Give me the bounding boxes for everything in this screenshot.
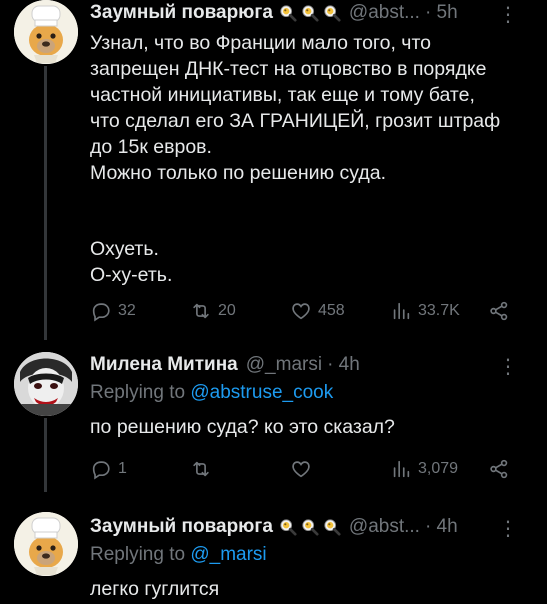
text-line — [90, 186, 533, 236]
more-icon[interactable]: ⋮ — [498, 354, 518, 379]
retweet-icon — [190, 300, 212, 322]
like-icon — [290, 458, 312, 480]
thread-line — [44, 418, 47, 492]
like-icon — [290, 300, 312, 322]
replying-to: Replying to @abstruse_cook — [90, 382, 333, 404]
action-bar: 32 20 458 33.7K — [90, 300, 520, 326]
author-handle[interactable]: @abst... — [349, 2, 420, 24]
like-count: 458 — [318, 302, 345, 319]
tweet-text: легко гуглится — [90, 576, 533, 602]
like-button[interactable] — [290, 458, 318, 480]
magnifier-badge-icon — [279, 4, 297, 22]
reply-button[interactable]: 1 — [90, 458, 127, 480]
text-line: Узнал, что во Франции мало того, что — [90, 32, 432, 54]
badges — [279, 4, 341, 22]
tweet-header: Заумный поварюга @abst... · 4h ⋮ — [90, 514, 533, 540]
more-icon[interactable]: ⋮ — [498, 516, 518, 541]
tweet-header: Милена Митина @_marsi · 4h ⋮ — [90, 352, 533, 378]
tweet-reply[interactable]: Милена Митина @_marsi · 4h ⋮ Replying to… — [0, 352, 547, 492]
author-name[interactable]: Милена Митина — [90, 354, 238, 376]
avatar[interactable] — [14, 0, 78, 64]
views-icon — [390, 300, 412, 322]
author-name[interactable]: Заумный поварюга — [90, 2, 273, 24]
views-button[interactable]: 33.7K — [390, 300, 460, 322]
timestamp[interactable]: · 4h — [327, 354, 360, 376]
text-line: легко гуглится — [90, 578, 220, 600]
views-icon — [390, 458, 412, 480]
retweet-button[interactable]: 20 — [190, 300, 236, 322]
reply-count: 1 — [118, 460, 127, 477]
tweet-reply-author[interactable]: Заумный поварюга @abst... · 4h ⋮ Replyin… — [0, 512, 547, 604]
share-button[interactable] — [488, 300, 510, 322]
views-count: 33.7K — [418, 302, 460, 319]
text-line: запрещен ДНК-тест на отцовство в порядке — [90, 58, 487, 80]
chef-avatar-icon — [14, 512, 78, 576]
reply-icon — [90, 458, 112, 480]
avatar[interactable] — [14, 512, 78, 576]
share-button[interactable] — [488, 458, 510, 480]
views-button[interactable]: 3,079 — [390, 458, 458, 480]
author-handle[interactable]: @_marsi — [246, 354, 322, 376]
share-icon — [488, 300, 510, 322]
text-line: до 15к евров. — [90, 136, 212, 158]
more-icon[interactable]: ⋮ — [498, 2, 518, 27]
author-name[interactable]: Заумный поварюга — [90, 516, 273, 538]
share-icon — [488, 458, 510, 480]
badges — [279, 518, 341, 536]
replying-handle-link[interactable]: @abstruse_cook — [190, 382, 333, 403]
replying-to: Replying to @_marsi — [90, 544, 267, 566]
tweet-main[interactable]: Заумный поварюга @abst... · 5h ⋮ Узнал, … — [0, 0, 547, 340]
timestamp[interactable]: · 4h — [425, 516, 458, 538]
retweet-icon — [190, 458, 212, 480]
text-line: что сделал его ЗА ГРАНИЦЕЙ, грозит штраф — [90, 110, 501, 132]
text-line: Можно только по решению суда. — [90, 162, 387, 184]
reply-icon — [90, 300, 112, 322]
like-button[interactable]: 458 — [290, 300, 345, 322]
chef-avatar-icon — [14, 0, 78, 64]
text-line: О-ху-еть. — [90, 264, 173, 286]
magnifier-badge-icon — [301, 4, 319, 22]
tweet-text: по решению суда? ко это сказал? — [90, 414, 533, 440]
retweet-button[interactable] — [190, 458, 218, 480]
text-line: Охуеть. — [90, 238, 159, 260]
views-count: 3,079 — [418, 460, 459, 477]
author-handle[interactable]: @abst... — [349, 516, 420, 538]
tweet-text: Узнал, что во Франции мало того, что зап… — [90, 30, 533, 288]
magnifier-badge-icon — [301, 518, 319, 536]
text-line: частной инициативы, так еще и тому бате, — [90, 84, 475, 106]
text-line: по решению суда? ко это сказал? — [90, 416, 395, 438]
action-bar: 1 3,079 — [90, 458, 520, 484]
replying-label: Replying to — [90, 382, 186, 403]
magnifier-badge-icon — [279, 518, 297, 536]
retweet-count: 20 — [218, 302, 236, 319]
thread-line — [44, 66, 47, 340]
timestamp[interactable]: · 5h — [425, 2, 458, 24]
avatar[interactable] — [14, 352, 78, 416]
magnifier-badge-icon — [323, 518, 341, 536]
tweet-header: Заумный поварюга @abst... · 5h ⋮ — [90, 0, 533, 26]
user-avatar-icon — [14, 352, 78, 416]
replying-handle-link[interactable]: @_marsi — [190, 544, 266, 565]
replying-label: Replying to — [90, 544, 186, 565]
magnifier-badge-icon — [323, 4, 341, 22]
reply-button[interactable]: 32 — [90, 300, 136, 322]
reply-count: 32 — [118, 302, 136, 319]
